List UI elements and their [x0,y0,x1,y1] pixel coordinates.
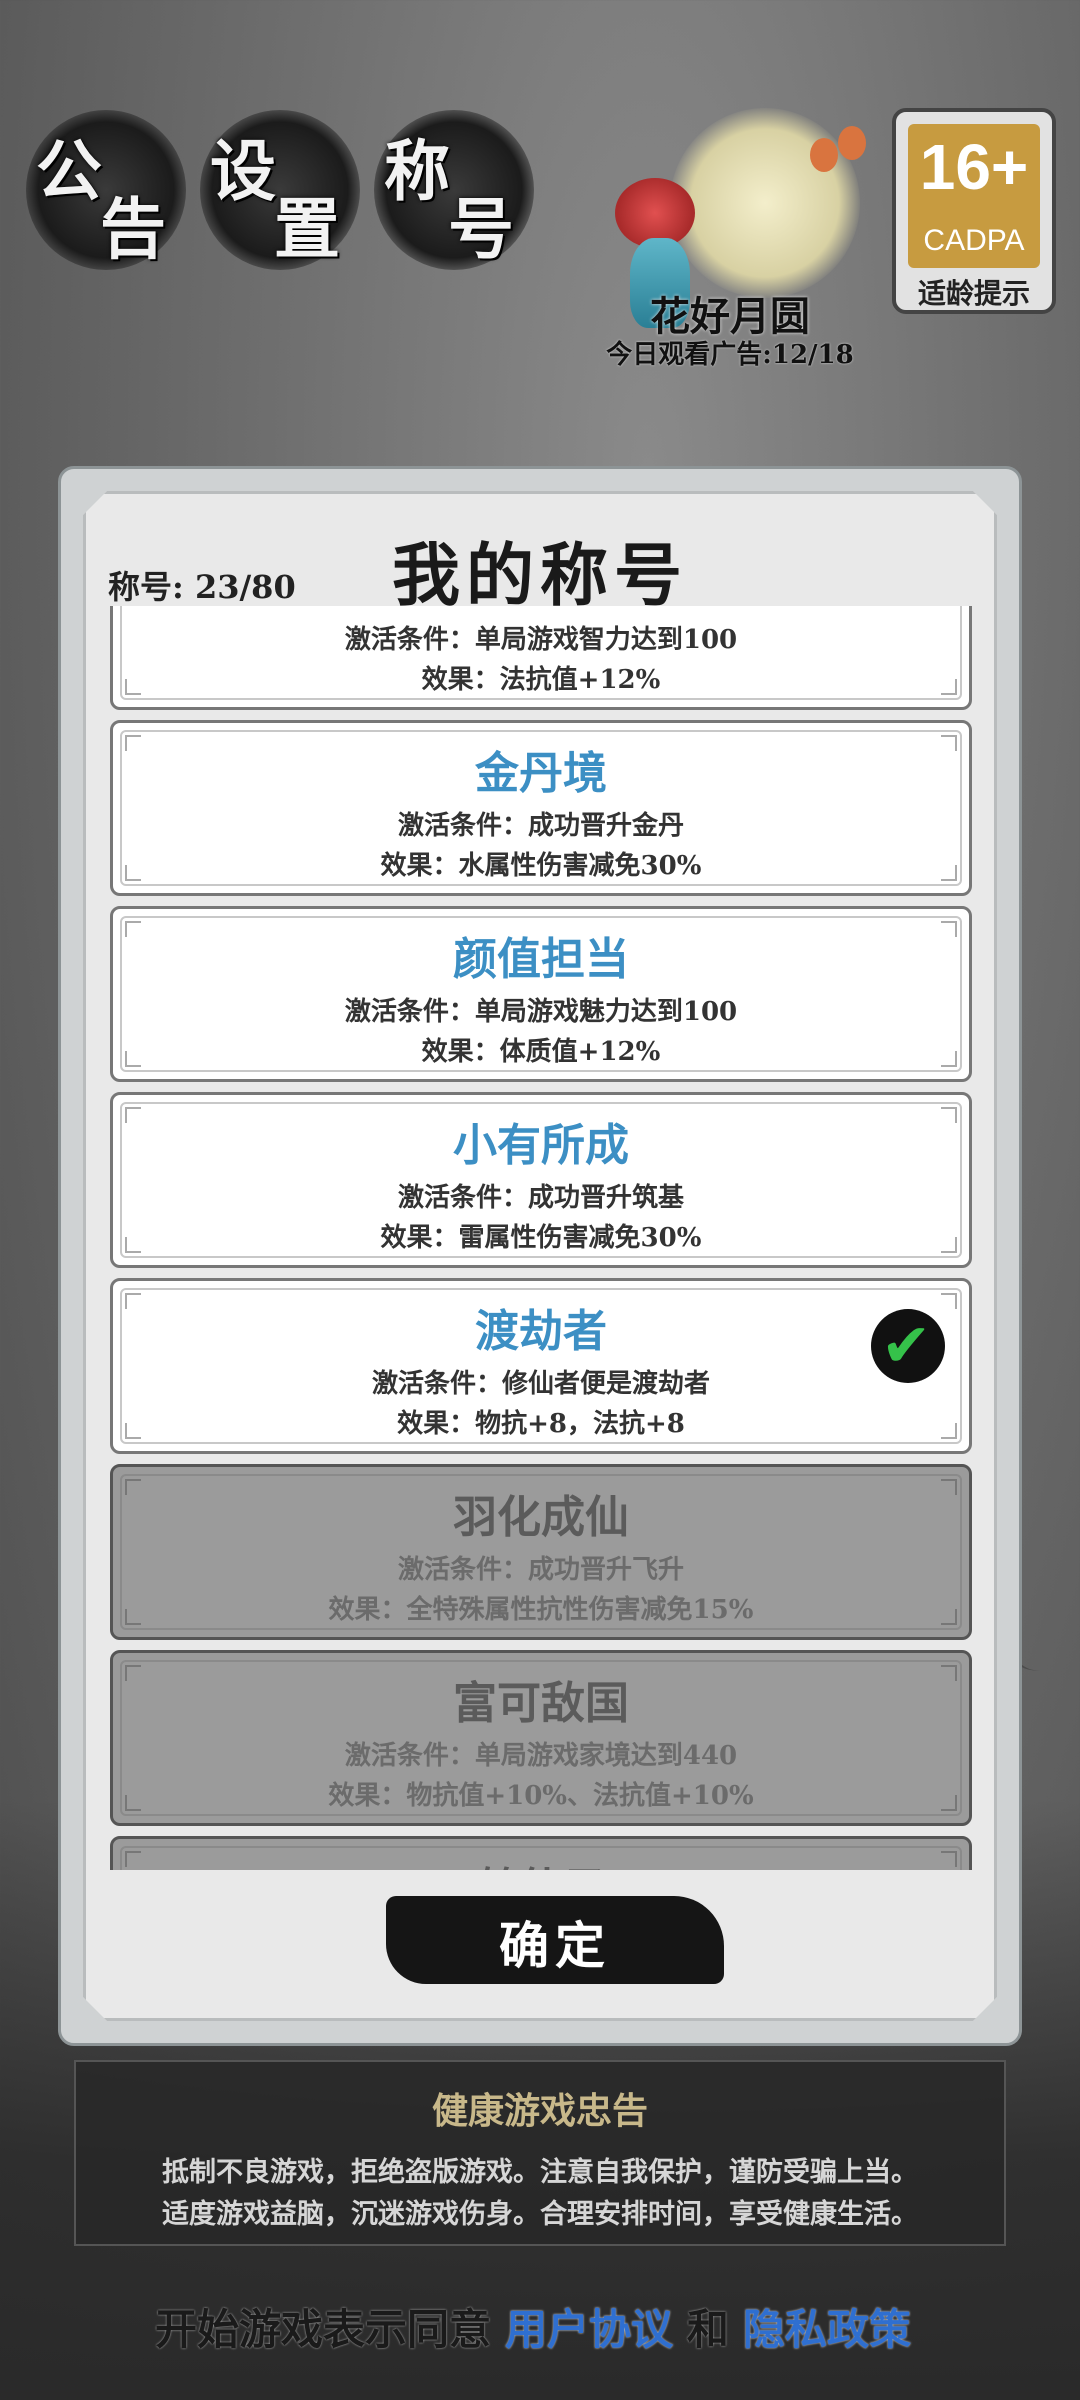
title-card-condition: 激活条件：成功晋升金丹 [397,811,684,841]
title-card-condition: 激活条件：修仙者便是渡劫者 [371,1369,710,1399]
title-card-name: 羽化成仙 [453,1492,629,1543]
title-card-condition: 激活条件：单局游戏智力达到100 [344,625,738,655]
title-card-effect: 效果：雷属性伤害减免30% [380,1223,702,1253]
privacy-policy-link[interactable]: 隐私政策 [743,2305,911,2354]
age-rating-number: 16+ [919,131,1029,203]
title-card-locked[interactable]: 羽化成仙 激活条件：成功晋升飞升 效果：全特殊属性抗性伤害减免15% [110,1464,972,1640]
titles-char-2: 号 [448,190,514,268]
health-notice: 健康游戏忠告 抵制不良游戏，拒绝盗版游戏。注意自我保护，谨防受骗上当。 适度游戏… [74,2060,1006,2246]
title-card[interactable]: 激活条件：单局游戏智力达到100 效果：法抗值+12% [110,606,972,710]
title-card-name: 金丹境 [475,748,607,799]
checkmark-icon: ✔ [871,1309,945,1383]
settings-button[interactable]: 设 置 [200,110,360,270]
age-rating-label: 适龄提示 [917,277,1030,310]
titles-char-1: 称 [384,132,450,210]
title-card-condition: 激活条件：单局游戏家境达到440 [344,1741,738,1771]
title-card[interactable]: 颜值担当 激活条件：单局游戏魅力达到100 效果：体质值+12% [110,906,972,1082]
title-card-effect: 效果：物抗值+10%、法抗值+10% [328,1781,754,1811]
title-card-effect: 效果：物抗+8，法抗+8 [397,1409,685,1439]
user-agreement-link[interactable]: 用户协议 [505,2305,673,2354]
settings-char-1: 设 [210,132,276,210]
title-card-locked[interactable]: 富可敌国 激活条件：单局游戏家境达到440 效果：物抗值+10%、法抗值+10% [110,1650,972,1826]
titles-button[interactable]: 称 号 [374,110,534,270]
event-ad-button[interactable]: 花好月圆 今日观看广告:12/18 [580,78,880,370]
health-notice-title: 健康游戏忠告 [431,2090,648,2132]
age-rating-box: 16+ CADPA [908,124,1040,268]
event-ad-count: 今日观看广告:12/18 [606,340,854,370]
title-card-effect: 效果：水属性伤害减免30% [380,851,702,881]
title-card-effect: 效果：全特殊属性抗性伤害减免15% [328,1595,754,1625]
title-card-effect: 效果：法抗值+12% [421,665,661,695]
lantern-icon [838,126,866,160]
title-card-locked[interactable]: 鹤仙子 [110,1836,972,1870]
confirm-button[interactable]: 确定 [386,1896,724,1984]
title-card-name: 富可敌国 [453,1678,629,1729]
title-card-name: 颜值担当 [453,934,629,985]
title-card[interactable]: 小有所成 激活条件：成功晋升筑基 效果：雷属性伤害减免30% [110,1092,972,1268]
announcement-char-1: 公 [36,132,102,210]
agreement-and: 和 [687,2305,730,2354]
title-card-effect: 效果：体质值+12% [421,1037,661,1067]
title-card-name: 小有所成 [453,1120,629,1171]
title-card-equipped[interactable]: 渡劫者 激活条件：修仙者便是渡劫者 效果：物抗+8，法抗+8 ✔ [110,1278,972,1454]
title-card-condition: 激活条件：单局游戏魅力达到100 [344,997,738,1027]
health-notice-line: 抵制不良游戏，拒绝盗版游戏。注意自我保护，谨防受骗上当。 [162,2157,918,2188]
age-rating-org: CADPA [923,224,1025,257]
title-count: 称号: 23/80 [108,568,296,606]
title-card-name: 渡劫者 [475,1306,607,1357]
agreement-prefix: 开始游戏表示同意 [154,2305,491,2354]
health-notice-line: 适度游戏益脑，沉迷游戏伤身。合理安排时间，享受健康生活。 [162,2199,918,2230]
title-card-name: 鹤仙子 [113,1853,969,1870]
title-card[interactable]: 金丹境 激活条件：成功晋升金丹 效果：水属性伤害减免30% [110,720,972,896]
announcement-char-2: 告 [100,190,166,268]
titles-list[interactable]: 激活条件：单局游戏智力达到100 效果：法抗值+12% 金丹境 激活条件：成功晋… [110,606,972,1870]
confirm-label: 确定 [499,1916,611,1975]
title-card-condition: 激活条件：成功晋升筑基 [397,1183,684,1213]
settings-char-2: 置 [274,190,340,268]
title-card-condition: 激活条件：成功晋升飞升 [397,1555,684,1585]
age-rating-badge[interactable]: 16+ CADPA 适龄提示 [892,108,1056,314]
announcement-button[interactable]: 公 告 [26,110,186,270]
lantern-icon [810,138,838,172]
agreement-text: 开始游戏表示同意 用户协议和隐私政策 [0,2296,1080,2357]
